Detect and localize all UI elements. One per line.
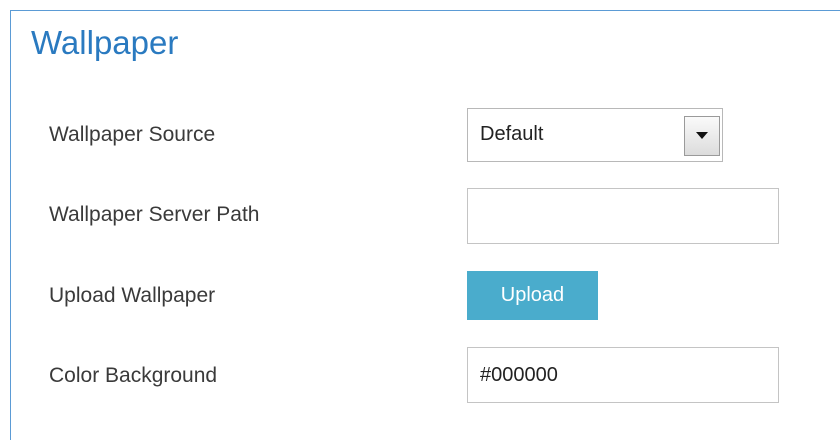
select-dropdown-button[interactable] [684,116,720,156]
panel-title: Wallpaper [31,24,179,61]
wallpaper-panel: Wallpaper Wallpaper Source Default Wallp… [10,10,840,440]
wallpaper-source-value: Default [480,123,544,145]
wallpaper-server-path-label: Wallpaper Server Path [49,203,260,226]
wallpaper-source-select[interactable]: Default [467,108,723,162]
wallpaper-server-path-input[interactable] [467,188,779,244]
wallpaper-source-label: Wallpaper Source [49,123,216,146]
upload-wallpaper-label: Upload Wallpaper [49,284,216,307]
upload-button[interactable]: Upload [467,271,598,320]
color-background-input[interactable] [467,347,779,403]
color-background-label: Color Background [49,364,218,387]
chevron-down-icon [696,132,708,139]
